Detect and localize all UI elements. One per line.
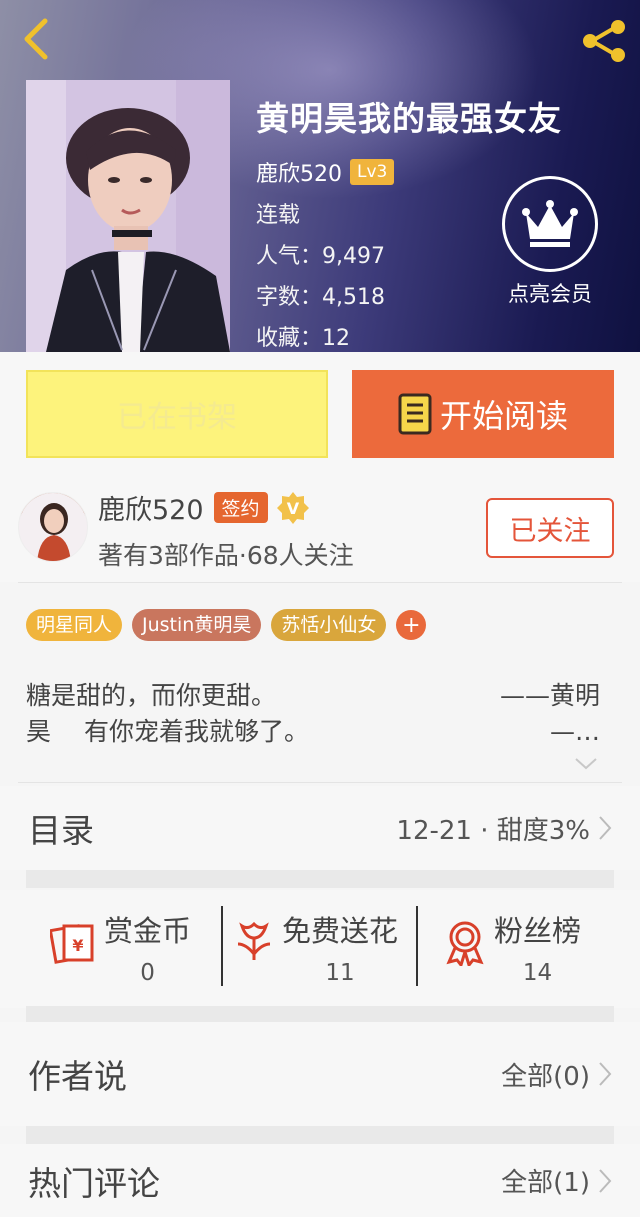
svg-text:¥: ¥ <box>72 936 83 955</box>
author-says-value: 全部(0) <box>501 1056 612 1093</box>
author-card: 鹿欣520 签约 V 著有3部作品·68人关注 已关注 <box>0 478 640 582</box>
description-text: 糖是甜的，而你更甜。 <box>26 681 277 710</box>
catalog-latest: 12-21 · 甜度3% <box>396 815 590 846</box>
catalog-label: 目录 <box>28 811 94 850</box>
svg-text:V: V <box>286 499 299 518</box>
author-name[interactable]: 鹿欣520 <box>256 156 342 188</box>
medal-icon <box>444 920 486 966</box>
vip-label: 点亮会员 <box>508 282 592 306</box>
tag-list: 明星同人 Justin黄明昊 苏恬小仙女 + <box>26 609 427 641</box>
favorites-count: 收藏：12 <box>256 326 350 351</box>
description-line: 昊 有你宠着我就够了。 —… <box>26 714 600 750</box>
hot-comments-count: 全部(1) <box>501 1168 590 1198</box>
start-reading-label: 开始阅读 <box>439 397 568 435</box>
tag-item[interactable]: Justin黄明昊 <box>132 609 262 641</box>
catalog-row[interactable]: 目录 12-21 · 甜度3% <box>0 786 640 870</box>
vip-member-button[interactable]: 点亮会员 <box>500 176 600 308</box>
author-avatar[interactable] <box>18 492 88 562</box>
stat-title: 粉丝榜 <box>494 914 582 948</box>
chevron-right-icon <box>598 1061 612 1087</box>
start-reading-button[interactable]: 开始阅读 <box>352 370 614 458</box>
book-cover[interactable] <box>26 80 230 352</box>
fan-ranking-stat[interactable]: 粉丝榜 14 <box>444 908 581 988</box>
free-flowers-stat[interactable]: 免费送花 11 <box>234 908 398 988</box>
chevron-right-icon <box>598 1168 612 1194</box>
book-title: 黄明昊我的最强女友 <box>256 99 562 138</box>
divider <box>18 582 622 583</box>
add-tag-button[interactable]: + <box>396 610 427 640</box>
back-button[interactable] <box>14 14 58 64</box>
author-says-row[interactable]: 作者说 全部(0) <box>0 1022 640 1126</box>
author-says-label: 作者说 <box>28 1057 127 1096</box>
hot-comments-row[interactable]: 热门评论 全部(1) <box>0 1144 640 1217</box>
divider <box>18 782 622 783</box>
share-button[interactable] <box>578 16 630 66</box>
hot-comments-label: 热门评论 <box>28 1163 160 1203</box>
flower-icon <box>234 920 274 964</box>
red-envelope-icon: ¥ <box>50 920 96 964</box>
cover-portrait-image <box>26 80 230 352</box>
book-description[interactable]: 糖是甜的，而你更甜。 ——黄明 昊 有你宠着我就够了。 —… <box>26 678 600 750</box>
author-card-name[interactable]: 鹿欣520 <box>98 488 204 527</box>
description-text: ——黄明 <box>499 681 600 710</box>
stat-count: 14 <box>522 960 553 986</box>
hot-comments-value: 全部(1) <box>501 1162 612 1199</box>
tag-item[interactable]: 苏恬小仙女 <box>271 609 387 641</box>
chevron-right-icon <box>598 815 612 841</box>
description-text: 昊 有你宠着我就够了。 <box>26 717 309 746</box>
level-badge: Lv3 <box>350 159 395 185</box>
stat-count: 11 <box>325 960 355 986</box>
action-bar: 已在书架 开始阅读 <box>0 352 640 478</box>
book-header: 黄明昊我的最强女友 鹿欣520 Lv3 连载 人气：9,497 字数：4,518… <box>0 0 640 352</box>
reward-coins-stat[interactable]: ¥ 赏金币 0 <box>50 908 191 988</box>
verified-v-icon: V <box>276 491 310 525</box>
crown-icon <box>522 200 578 247</box>
stats-panel: ¥ 赏金币 0 免费送花 11 粉丝榜 14 <box>0 890 640 1008</box>
stat-title: 赏金币 <box>104 914 192 948</box>
expand-chevron-down-icon[interactable] <box>574 756 598 776</box>
book-icon <box>398 393 432 435</box>
stat-title: 免费送花 <box>282 914 399 948</box>
catalog-value: 12-21 · 甜度3% <box>396 810 612 847</box>
author-works-followers: 著有3部作品·68人关注 <box>98 541 354 570</box>
share-icon <box>583 20 625 62</box>
section-gap <box>26 1006 614 1022</box>
on-shelf-button[interactable]: 已在书架 <box>26 370 328 458</box>
followed-button[interactable]: 已关注 <box>486 498 614 558</box>
tag-item[interactable]: 明星同人 <box>26 609 123 641</box>
stat-count: 0 <box>140 960 155 986</box>
stat-separator <box>416 906 418 986</box>
chevron-left-icon <box>24 18 48 60</box>
crown-icon-circle <box>502 176 598 272</box>
description-text: —… <box>550 717 600 746</box>
author-name-row[interactable]: 鹿欣520 签约 V <box>98 488 310 527</box>
description-line: 糖是甜的，而你更甜。 ——黄明 <box>26 678 600 714</box>
section-gap <box>26 1126 614 1144</box>
section-gap <box>26 870 614 888</box>
author-says-count: 全部(0) <box>501 1061 590 1092</box>
signed-badge: 签约 <box>213 492 268 523</box>
stat-separator <box>221 906 223 986</box>
